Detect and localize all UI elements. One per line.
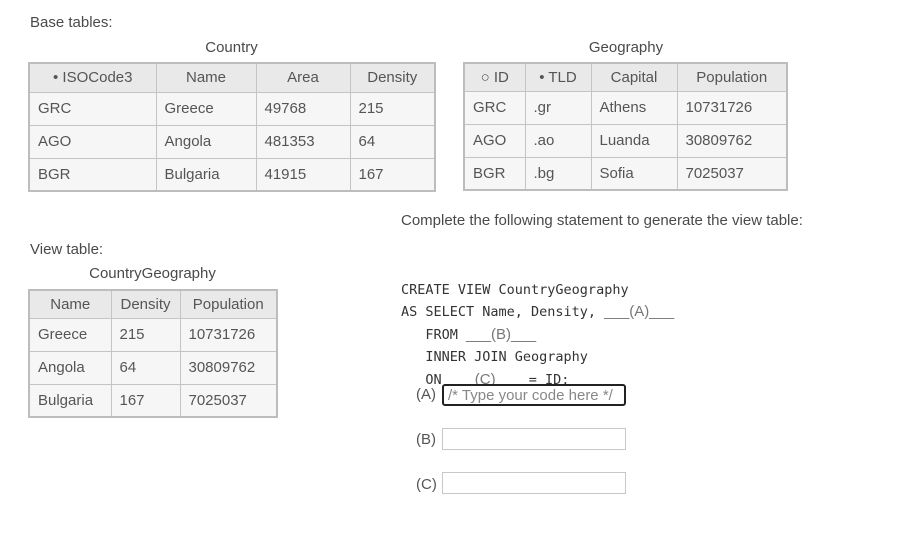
- table-cell: Greece: [28, 317, 112, 352]
- table-cell: 30809762: [179, 350, 278, 385]
- answer-a-input[interactable]: [442, 384, 626, 406]
- table-cell: AGO: [463, 123, 526, 158]
- geography-table: ○ ID • TLD Capital Population GRC .gr Athens 1…: [463, 62, 788, 191]
- table-row: GRC Greece 49768 215: [28, 91, 436, 126]
- table-cell: 64: [349, 124, 436, 159]
- table-cell: .ao: [524, 123, 592, 158]
- table-cell: 41915: [255, 157, 351, 192]
- column-header: Population: [179, 289, 278, 319]
- answer-c-label: (C): [416, 476, 437, 493]
- column-header: Density: [110, 289, 181, 319]
- countrygeography-table-caption: CountryGeography: [89, 265, 216, 282]
- table-cell: .bg: [524, 156, 592, 191]
- geography-header-row: ○ ID • TLD Capital Population: [463, 62, 788, 92]
- table-cell: .gr: [524, 90, 592, 125]
- instruction-text: Complete the following statement to gene…: [401, 212, 803, 229]
- table-row: AGO .ao Luanda 30809762: [463, 123, 788, 158]
- column-header: ○ ID: [463, 62, 526, 92]
- country-header-row: • ISOCode3 Name Area Density: [28, 62, 436, 93]
- table-cell: 7025037: [179, 383, 278, 418]
- table-row: GRC .gr Athens 10731726: [463, 90, 788, 125]
- table-cell: 7025037: [676, 156, 788, 191]
- country-table: • ISOCode3 Name Area Density GRC Greece 49768…: [28, 62, 436, 192]
- view-table-label: View table:: [30, 241, 104, 258]
- blank-a: ___(A)___: [604, 303, 675, 320]
- column-header: Population: [676, 62, 788, 92]
- table-cell: Athens: [590, 90, 678, 125]
- table-cell: Sofia: [590, 156, 678, 191]
- table-cell: Greece: [155, 91, 257, 126]
- table-cell: GRC: [463, 90, 526, 125]
- table-cell: 64: [110, 350, 181, 385]
- table-cell: BGR: [463, 156, 526, 191]
- table-cell: 10731726: [179, 317, 278, 352]
- table-cell: 167: [110, 383, 181, 418]
- answer-b-input[interactable]: [442, 428, 626, 450]
- geography-table-caption: Geography: [588, 39, 664, 56]
- code-line-1: CREATE VIEW CountryGeography: [401, 281, 629, 298]
- column-header: Capital: [590, 62, 678, 92]
- table-row: Greece 215 10731726: [28, 317, 278, 352]
- code-line-2: AS SELECT Name, Density, ___(A)___: [401, 301, 674, 324]
- base-tables-label: Base tables:: [30, 14, 113, 31]
- table-cell: AGO: [28, 124, 157, 159]
- table-cell: Bulgaria: [28, 383, 112, 418]
- code-line-3: FROM ___(B)___: [401, 324, 674, 347]
- table-row: Bulgaria 167 7025037: [28, 383, 278, 418]
- column-header: • ISOCode3: [28, 62, 157, 93]
- table-cell: 215: [110, 317, 181, 352]
- table-row: AGO Angola 481353 64: [28, 124, 436, 159]
- answer-b-label: (B): [416, 431, 436, 448]
- column-header: Name: [155, 62, 257, 93]
- column-header: Area: [255, 62, 351, 93]
- countrygeography-table: Name Density Population Greece 215 10731726 A…: [28, 289, 278, 418]
- table-cell: BGR: [28, 157, 157, 192]
- table-cell: 167: [349, 157, 436, 192]
- table-row: BGR .bg Sofia 7025037: [463, 156, 788, 191]
- table-cell: Angola: [28, 350, 112, 385]
- table-cell: 10731726: [676, 90, 788, 125]
- table-cell: Luanda: [590, 123, 678, 158]
- code-line-4: INNER JOIN Geography: [401, 349, 588, 365]
- table-row: Angola 64 30809762: [28, 350, 278, 385]
- countrygeography-header-row: Name Density Population: [28, 289, 278, 319]
- column-header: • TLD: [524, 62, 592, 92]
- blank-b: ___(B)___: [466, 325, 537, 343]
- table-cell: Bulgaria: [155, 157, 257, 192]
- code-line-2-text: AS SELECT Name, Density,: [401, 304, 605, 320]
- table-row: BGR Bulgaria 41915 167: [28, 157, 436, 192]
- country-table-caption: Country: [205, 39, 258, 56]
- table-cell: Angola: [155, 124, 257, 159]
- table-cell: GRC: [28, 91, 157, 126]
- code-line-3-text: FROM: [401, 326, 467, 343]
- table-cell: 49768: [255, 91, 351, 126]
- answer-c-input[interactable]: [442, 472, 626, 494]
- column-header: Name: [28, 289, 112, 319]
- answer-a-label: (A): [416, 386, 436, 403]
- table-cell: 30809762: [676, 123, 788, 158]
- column-header: Density: [349, 62, 436, 93]
- table-cell: 481353: [255, 124, 351, 159]
- table-cell: 215: [349, 91, 436, 126]
